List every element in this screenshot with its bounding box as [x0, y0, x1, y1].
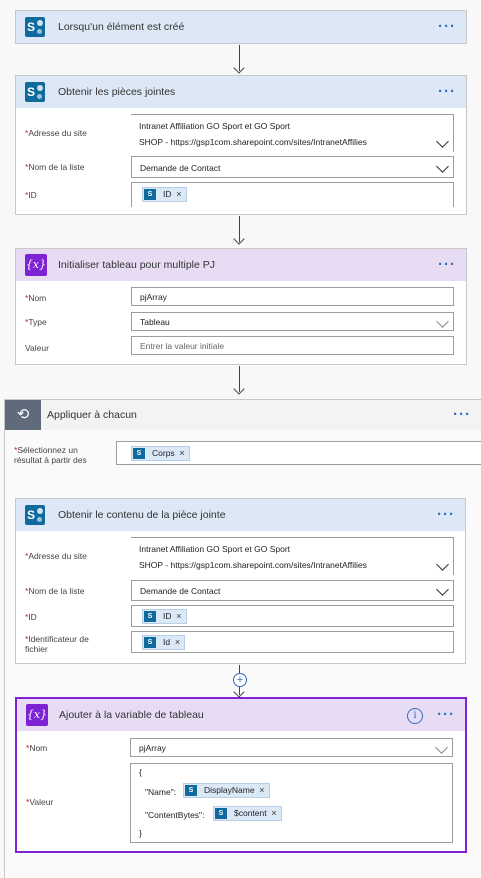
connector-arrow-icon — [233, 383, 245, 395]
var-value-label: *Valeur — [26, 797, 54, 807]
site-address-label: *Adresse du site — [25, 551, 87, 561]
content-token[interactable]: S $content × — [213, 806, 282, 821]
id-label: *ID — [25, 612, 37, 622]
site-value-line1: Intranet Affiliation GO Sport et GO Spor… — [139, 544, 291, 554]
site-address-dropdown[interactable]: Intranet Affiliation GO Sport et GO Spor… — [131, 537, 454, 575]
close-icon[interactable]: × — [259, 784, 264, 797]
get-attachments-header[interactable]: S Obtenir les pièces jointes ··· — [16, 76, 466, 108]
list-name-value: Demande de Contact — [140, 586, 221, 596]
var-value-input[interactable]: Entrer la valeur initiale — [131, 336, 454, 355]
json-open-brace: { — [139, 767, 142, 777]
list-name-value: Demande de Contact — [140, 163, 221, 173]
more-icon[interactable]: ··· — [438, 83, 456, 100]
id-input[interactable]: S ID × — [131, 605, 454, 627]
json-close-brace: } — [139, 828, 142, 838]
sharepoint-icon: S — [215, 808, 227, 819]
loop-icon: ⟲ — [5, 400, 41, 430]
list-name-dropdown[interactable]: Demande de Contact — [131, 156, 454, 178]
var-type-value: Tableau — [140, 317, 170, 327]
append-variable-card[interactable]: {x} Ajouter à la variable de tableau i ·… — [15, 697, 467, 853]
apply-to-each-title: Appliquer à chacun — [47, 409, 137, 421]
more-icon[interactable]: ··· — [438, 18, 456, 35]
close-icon[interactable]: × — [271, 807, 276, 820]
init-variable-title: Initialiser tableau pour multiple PJ — [58, 259, 215, 271]
trigger-title: Lorsqu'un élément est créé — [58, 21, 185, 33]
close-icon[interactable]: × — [175, 636, 180, 649]
info-icon[interactable]: i — [407, 708, 423, 724]
site-address-dropdown[interactable]: Intranet Affiliation GO Sport et GO Spor… — [131, 114, 454, 152]
var-name-value: pjArray — [140, 292, 167, 302]
more-icon[interactable]: ··· — [438, 256, 456, 273]
sharepoint-icon: S — [144, 189, 156, 200]
var-name-label: *Nom — [25, 293, 47, 303]
displayname-token[interactable]: S DisplayName × — [183, 783, 270, 798]
var-name-value: pjArray — [139, 743, 166, 753]
file-id-token[interactable]: S Id × — [142, 635, 186, 650]
get-content-card[interactable]: S Obtenir le contenu de la pièce jointe … — [15, 498, 466, 664]
trigger-card[interactable]: S Lorsqu'un élément est créé ··· — [15, 10, 467, 44]
sharepoint-icon: S — [133, 448, 145, 459]
json-name-key: "Name": — [145, 787, 177, 797]
chevron-down-icon[interactable] — [436, 135, 449, 148]
close-icon[interactable]: × — [176, 610, 181, 623]
json-content-key: "ContentBytes": — [145, 810, 205, 820]
close-icon[interactable]: × — [176, 188, 181, 201]
site-value-line1: Intranet Affiliation GO Sport et GO Spor… — [139, 121, 291, 131]
sharepoint-icon: S — [25, 82, 45, 102]
id-label: *ID — [25, 190, 37, 200]
init-variable-card[interactable]: {x} Initialiser tableau pour multiple PJ… — [15, 248, 467, 365]
more-icon[interactable]: ··· — [437, 506, 455, 523]
sharepoint-icon: S — [144, 611, 156, 622]
more-icon[interactable]: ··· — [453, 406, 471, 423]
var-value-editor[interactable]: { "Name": S DisplayName × "ContentBytes"… — [130, 763, 453, 843]
sharepoint-icon: S — [185, 785, 197, 796]
var-type-label: *Type — [25, 317, 47, 327]
corps-token[interactable]: S Corps × — [131, 446, 190, 461]
variable-icon: {x} — [26, 704, 48, 726]
more-icon[interactable]: ··· — [437, 706, 455, 723]
trigger-header[interactable]: S Lorsqu'un élément est créé ··· — [16, 11, 466, 43]
list-name-label: *Nom de la liste — [25, 586, 85, 596]
variable-icon: {x} — [25, 254, 47, 276]
file-identifier-input[interactable]: S Id × — [131, 631, 454, 653]
list-name-dropdown[interactable]: Demande de Contact — [131, 580, 454, 601]
sharepoint-icon: S — [25, 505, 45, 525]
chevron-down-icon[interactable] — [436, 583, 449, 596]
apply-to-each-header[interactable]: ⟲ Appliquer à chacun ··· — [5, 400, 481, 430]
select-output-label: *Sélectionnez un résultat à partir des — [14, 445, 87, 465]
var-name-label: *Nom — [26, 743, 48, 753]
chevron-down-icon[interactable] — [436, 558, 449, 571]
append-variable-header[interactable]: {x} Ajouter à la variable de tableau i ·… — [17, 699, 465, 731]
add-step-icon[interactable]: + — [233, 673, 247, 687]
chevron-down-icon[interactable] — [436, 315, 449, 328]
id-token[interactable]: S ID × — [142, 609, 187, 624]
var-name-input[interactable]: pjArray — [131, 287, 454, 306]
init-variable-header[interactable]: {x} Initialiser tableau pour multiple PJ… — [16, 249, 466, 281]
var-name-dropdown[interactable]: pjArray — [130, 738, 453, 757]
get-attachments-card[interactable]: S Obtenir les pièces jointes ··· *Adress… — [15, 75, 467, 215]
site-value-line2: SHOP - https://gsp1com.sharepoint.com/si… — [139, 560, 367, 570]
var-value-label: Valeur — [25, 343, 49, 353]
list-name-label: *Nom de la liste — [25, 162, 85, 172]
file-identifier-label: *Identificateur de fichier — [25, 634, 89, 654]
site-address-label: *Adresse du site — [25, 128, 87, 138]
site-value-line2: SHOP - https://gsp1com.sharepoint.com/si… — [139, 137, 367, 147]
close-icon[interactable]: × — [179, 447, 184, 460]
var-value-placeholder: Entrer la valeur initiale — [140, 341, 225, 351]
append-variable-title: Ajouter à la variable de tableau — [59, 709, 204, 721]
var-type-dropdown[interactable]: Tableau — [131, 312, 454, 331]
id-input[interactable]: S ID × — [131, 182, 454, 207]
sharepoint-icon: S — [144, 637, 156, 648]
sharepoint-icon: S — [25, 17, 45, 37]
connector-arrow-icon — [233, 233, 245, 245]
id-token[interactable]: S ID × — [142, 187, 187, 202]
get-attachments-title: Obtenir les pièces jointes — [58, 86, 176, 98]
get-content-header[interactable]: S Obtenir le contenu de la pièce jointe … — [16, 499, 465, 531]
chevron-down-icon[interactable] — [436, 160, 449, 173]
connector-arrow-icon — [233, 62, 245, 74]
chevron-down-icon[interactable] — [435, 741, 448, 754]
get-content-title: Obtenir le contenu de la pièce jointe — [58, 509, 226, 521]
select-output-input[interactable]: S Corps × — [116, 441, 481, 465]
